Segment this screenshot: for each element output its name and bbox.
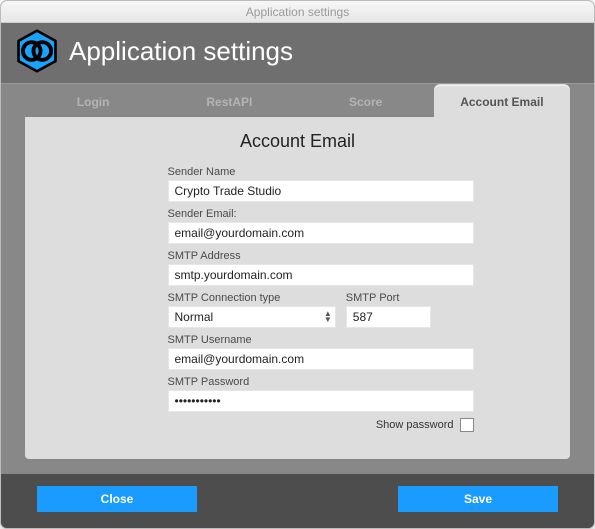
smtp-pass-input[interactable] <box>168 390 474 412</box>
close-button[interactable]: Close <box>37 486 197 512</box>
smtp-conn-col: SMTP Connection type ▲▼ <box>168 292 336 328</box>
smtp-port-label: SMTP Port <box>346 292 432 304</box>
tabs: Login RestAPI Score Account Email <box>1 83 594 117</box>
tab-login[interactable]: Login <box>25 84 161 117</box>
smtp-pass-label: SMTP Password <box>168 376 474 388</box>
tab-restapi[interactable]: RestAPI <box>161 84 297 117</box>
tab-score[interactable]: Score <box>298 84 434 117</box>
tab-score-label: Score <box>349 95 382 109</box>
tab-login-label: Login <box>77 95 110 109</box>
sender-email-label: Sender Email: <box>168 208 474 220</box>
smtp-user-row: SMTP Username <box>168 334 474 370</box>
header: Application settings <box>1 23 594 83</box>
show-password-checkbox[interactable] <box>460 418 474 432</box>
panel-heading: Account Email <box>53 131 542 152</box>
smtp-address-input[interactable] <box>168 264 474 286</box>
panel-area: Account Email Sender Name Sender Email: … <box>1 117 594 474</box>
smtp-port-input[interactable] <box>346 306 432 328</box>
sender-email-input[interactable] <box>168 222 474 244</box>
smtp-conn-select[interactable] <box>168 306 336 328</box>
footer: Close Save <box>1 474 594 528</box>
smtp-address-row: SMTP Address <box>168 250 474 286</box>
settings-window: Application settings Application setting… <box>0 0 595 529</box>
account-email-panel: Account Email Sender Name Sender Email: … <box>25 117 570 459</box>
smtp-user-input[interactable] <box>168 348 474 370</box>
sender-email-row: Sender Email: <box>168 208 474 244</box>
account-email-form: Sender Name Sender Email: SMTP Address S… <box>98 166 498 432</box>
sender-name-input[interactable] <box>168 180 474 202</box>
header-title: Application settings <box>69 36 293 67</box>
tab-restapi-label: RestAPI <box>206 95 252 109</box>
window-title: Application settings <box>246 5 349 19</box>
tab-account-email-label: Account Email <box>460 95 543 109</box>
window-titlebar: Application settings <box>1 1 594 23</box>
close-button-label: Close <box>101 492 134 506</box>
sender-name-row: Sender Name <box>168 166 474 202</box>
show-password-label: Show password <box>376 419 454 431</box>
sender-name-label: Sender Name <box>168 166 474 178</box>
smtp-conn-label: SMTP Connection type <box>168 292 336 304</box>
save-button[interactable]: Save <box>398 486 558 512</box>
save-button-label: Save <box>464 492 492 506</box>
smtp-port-col: SMTP Port <box>346 292 432 328</box>
app-logo-icon <box>15 29 59 73</box>
smtp-user-label: SMTP Username <box>168 334 474 346</box>
tab-account-email[interactable]: Account Email <box>434 84 570 117</box>
smtp-address-label: SMTP Address <box>168 250 474 262</box>
show-password-row: Show password <box>168 418 474 432</box>
smtp-pass-row: SMTP Password <box>168 376 474 412</box>
smtp-conn-port-row: SMTP Connection type ▲▼ SMTP Port <box>168 292 474 328</box>
smtp-conn-select-wrap: ▲▼ <box>168 306 336 328</box>
